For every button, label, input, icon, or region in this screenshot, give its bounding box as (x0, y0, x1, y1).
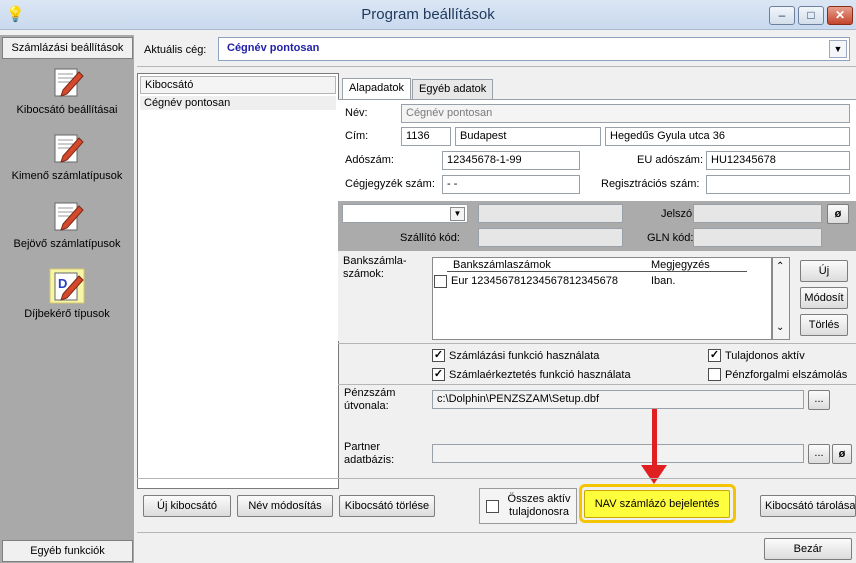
gln-code-field[interactable] (693, 228, 822, 247)
penzszam-path-label: Pénzszám útvonala: (344, 387, 396, 412)
cash-accounting-checkbox[interactable] (708, 368, 721, 381)
maximize-button[interactable]: □ (798, 6, 824, 25)
company-reg-number-field[interactable]: - - (442, 175, 580, 194)
new-bank-account-button[interactable]: Új (800, 260, 848, 282)
column-header-note: Megjegyzés (651, 259, 710, 271)
table-cell-note: Iban. (651, 275, 676, 287)
password-field[interactable] (693, 204, 822, 223)
all-owners-label: Összes aktív tulajdonosra (507, 493, 571, 518)
browse-penzszam-button[interactable]: ... (808, 390, 830, 410)
close-button[interactable]: Bezár (764, 538, 852, 560)
bank-table-scrollbar[interactable]: ⌃ ⌄ (772, 257, 790, 340)
nav-item-outgoing-invoice-types[interactable]: Kimenő számlatípusok (0, 130, 134, 182)
billing-function-label: Számlázási funkció használata (449, 350, 600, 362)
bank-accounts-label: Bankszámla- számok: (343, 255, 407, 280)
table-cell-account: Eur 123456781234567812345678 (451, 275, 618, 287)
nav-invoicing-report-button[interactable]: NAV számlázó bejelentés (584, 490, 730, 518)
clear-password-button[interactable]: ø (827, 204, 849, 224)
street-field[interactable]: Hegedűs Gyula utca 36 (605, 127, 850, 146)
nav-item-payment-request-types[interactable]: D Díjbekérő típusok (0, 268, 134, 320)
partner-db-label: Partner adatbázis: (344, 441, 395, 466)
tab-basic-data[interactable]: Alapadatok (342, 78, 412, 99)
scroll-up-icon[interactable]: ⌃ (776, 261, 784, 272)
column-header-accounts: Bankszámlaszámok (453, 259, 551, 271)
registration-number-field[interactable] (706, 175, 850, 194)
document-pencil-icon (54, 202, 84, 231)
gln-code-label: GLN kód: (647, 232, 694, 244)
password-label: Jelszó: (661, 208, 696, 220)
eu-tax-number-field[interactable]: HU12345678 (706, 151, 850, 170)
supplier-code-label: Szállító kód: (400, 232, 460, 244)
nav-item-label: Bejövő számlatípusok (13, 238, 121, 250)
all-owners-checkbox[interactable] (486, 500, 499, 513)
issuer-list-header: Kibocsátó (140, 76, 336, 94)
nav-tab-billing-settings[interactable]: Számlázási beállítások (2, 37, 133, 59)
city-field[interactable]: Budapest (455, 127, 601, 146)
minimize-button[interactable]: – (769, 6, 795, 25)
scroll-down-icon[interactable]: ⌄ (776, 322, 784, 333)
chevron-down-icon[interactable]: ▼ (450, 207, 465, 221)
delete-issuer-button[interactable]: Kibocsátó törlése (339, 495, 435, 517)
rename-issuer-button[interactable]: Név módosítás (237, 495, 333, 517)
edit-bank-account-button[interactable]: Módosít (800, 287, 848, 309)
name-label: Név: (345, 107, 368, 119)
current-company-select[interactable]: Cégnév pontosan ▼ (218, 37, 850, 61)
tax-number-field[interactable]: 12345678-1-99 (442, 151, 580, 170)
penzszam-path-field[interactable]: c:\Dolphin\PENZSZAM\Setup.dbf (432, 390, 804, 409)
name-field[interactable]: Cégnév pontosan (401, 104, 850, 123)
address-label: Cím: (345, 130, 369, 142)
document-pencil-icon (54, 134, 84, 163)
current-company-value: Cégnév pontosan (227, 42, 320, 54)
supplier-code-field[interactable] (478, 228, 623, 247)
company-reg-number-label: Cégjegyzék szám: (345, 178, 435, 190)
tab-other-data[interactable]: Egyéb adatok (412, 79, 494, 99)
document-d-pencil-icon: D (49, 268, 85, 304)
nav-item-issuer-settings[interactable]: Kibocsátó beállításai (0, 64, 134, 116)
nav-item-label: Kibocsátó beállításai (16, 104, 118, 116)
owner-active-label: Tulajdonos aktív (725, 350, 805, 362)
current-company-label: Aktuális cég: (144, 44, 207, 56)
nav-tab-other-functions[interactable]: Egyéb funkciók (2, 540, 133, 562)
new-issuer-button[interactable]: Új kibocsátó (143, 495, 231, 517)
svg-text:D: D (58, 276, 67, 291)
row-checkbox[interactable] (434, 275, 447, 288)
chevron-down-icon[interactable]: ▼ (829, 40, 847, 58)
invoice-arrival-checkbox[interactable]: ✓ (432, 368, 445, 381)
credential-field[interactable] (478, 204, 623, 223)
divider (137, 532, 856, 533)
issuer-list[interactable]: Kibocsátó Cégnév pontosan (137, 73, 339, 489)
delete-bank-account-button[interactable]: Törlés (800, 314, 848, 336)
billing-function-checkbox[interactable]: ✓ (432, 349, 445, 362)
nav-item-incoming-invoice-types[interactable]: Bejövő számlatípusok (0, 198, 134, 250)
close-window-button[interactable]: ✕ (827, 6, 853, 25)
invoice-arrival-label: Számlaérkeztetés funkció használata (449, 369, 631, 381)
bank-accounts-table[interactable]: Bankszámlaszámok Megjegyzés Eur 12345678… (432, 257, 772, 340)
owner-active-checkbox[interactable]: ✓ (708, 349, 721, 362)
divider (338, 384, 856, 385)
eu-tax-number-label: EU adószám: (637, 154, 704, 166)
browse-partner-db-button[interactable]: ... (808, 444, 830, 464)
nav-item-label: Kimenő számlatípusok (11, 170, 123, 182)
header-underline (447, 271, 747, 272)
divider (137, 66, 856, 67)
annotation-arrow-head-icon (641, 465, 667, 484)
clear-partner-db-button[interactable]: ø (832, 444, 852, 464)
partner-db-field[interactable] (432, 444, 804, 463)
nav-item-label: Díjbekérő típusok (24, 308, 110, 320)
document-pencil-icon (54, 68, 84, 97)
window-title: Program beállítások (361, 6, 495, 23)
annotation-arrow-shaft (652, 409, 657, 467)
divider (137, 478, 856, 479)
divider (338, 343, 856, 344)
all-owners-option[interactable]: Összes aktív tulajdonosra (479, 488, 577, 524)
zip-field[interactable]: 1136 (401, 127, 451, 146)
cash-accounting-label: Pénzforgalmi elszámolás (725, 369, 848, 381)
registration-number-label: Regisztrációs szám: (601, 178, 700, 190)
save-issuer-button[interactable]: Kibocsátó tárolása (760, 495, 856, 517)
list-item[interactable]: Cégnév pontosan (140, 96, 336, 110)
tax-number-label: Adószám: (345, 154, 394, 166)
